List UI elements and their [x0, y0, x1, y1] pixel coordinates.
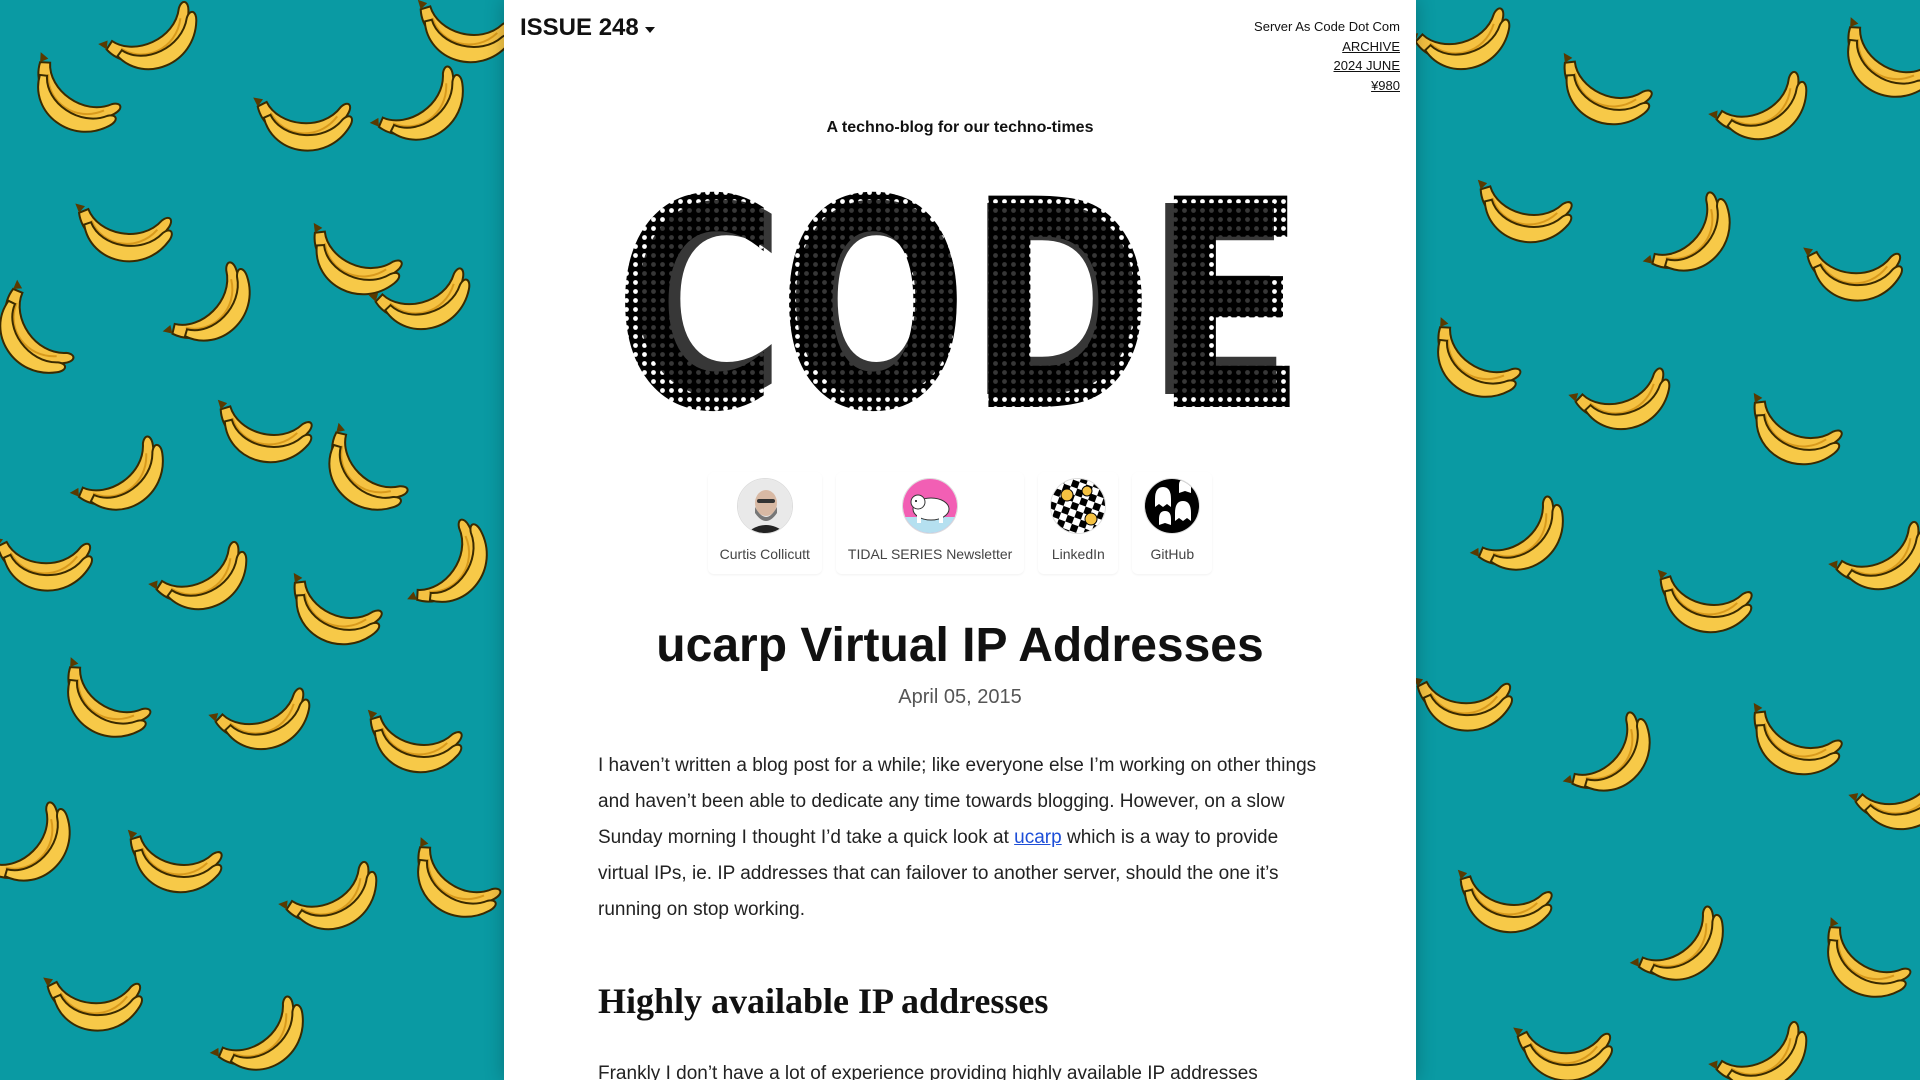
social-links: Curtis Collicutt TIDAL SERIES Newsletter [504, 472, 1416, 574]
banana-icon [1845, 766, 1920, 839]
banana-icon [201, 389, 318, 477]
banana-icon [11, 43, 126, 152]
banana-icon [1823, 518, 1920, 606]
banana-icon [1404, 666, 1516, 740]
post-title: ucarp Virtual IP Addresses [656, 619, 1264, 672]
code-logo: CODE CODE [614, 152, 1306, 442]
banana-icon [1623, 902, 1741, 1002]
caret-down-icon [644, 26, 655, 33]
price-link[interactable]: ¥980 [1254, 76, 1400, 96]
social-tidal-series-newsletter[interactable]: TIDAL SERIES Newsletter [836, 472, 1024, 574]
person-avatar-icon [736, 478, 793, 534]
checker-smiley-avatar-icon [1050, 478, 1107, 534]
banana-icon [244, 86, 356, 160]
banana-icon [1441, 859, 1558, 947]
banana-icon [1703, 68, 1820, 156]
banana-icon [0, 797, 90, 906]
section-paragraph: Frankly I don’t have a lot of experience… [598, 1063, 1258, 1080]
banana-icon [1555, 707, 1670, 816]
banana-icon [363, 62, 481, 162]
banana-icon [203, 992, 321, 1080]
banana-icon [1794, 236, 1906, 310]
post-intro-paragraph: I haven’t written a blog post for a whil… [598, 748, 1328, 928]
issue-dropdown[interactable]: ISSUE 248 [520, 14, 655, 42]
issue-label: ISSUE 248 [520, 14, 639, 41]
banana-icon [0, 526, 96, 600]
banana-icon [1641, 559, 1758, 647]
banana-icon [111, 819, 228, 907]
blog-page: ISSUE 248 Server As Code Dot Com ARCHIVE… [504, 0, 1416, 1080]
banana-icon [63, 192, 177, 273]
ghost-pattern-avatar-icon [1144, 478, 1201, 534]
section-heading: Highly available IP addresses [598, 981, 1049, 1021]
banana-icon [1635, 187, 1750, 296]
banana-icon [270, 562, 388, 663]
banana-icon [205, 686, 317, 759]
banana-icon [143, 538, 260, 626]
banana-icon [1730, 692, 1848, 793]
social-github[interactable]: GitHub [1132, 472, 1212, 574]
social-label: TIDAL SERIES Newsletter [847, 546, 1013, 562]
banana-icon [1801, 908, 1916, 1017]
banana-icon [34, 966, 146, 1040]
ucarp-link[interactable]: ucarp [1014, 827, 1062, 848]
social-curtis-collicutt[interactable]: Curtis Collicutt [708, 472, 822, 574]
site-name: Server As Code Dot Com [1254, 19, 1400, 34]
top-links: Server As Code Dot Com ARCHIVE 2024 JUNE… [1254, 17, 1400, 95]
post-date: April 05, 2015 [898, 686, 1022, 708]
archive-link[interactable]: ARCHIVE [1254, 37, 1400, 57]
edition-link[interactable]: 2024 JUNE [1254, 56, 1400, 76]
social-label: LinkedIn [1051, 546, 1105, 562]
logo-text-solid: CODE [628, 152, 1292, 442]
polar-bear-avatar-icon [902, 478, 959, 534]
banana-icon [1565, 366, 1677, 439]
banana-icon [391, 828, 506, 937]
banana-icon [93, 0, 210, 86]
banana-icon [304, 415, 413, 530]
social-linkedin[interactable]: LinkedIn [1038, 472, 1118, 574]
banana-icon [401, 0, 518, 77]
banana-icon [63, 432, 181, 532]
banana-icon [155, 257, 270, 366]
banana-icon [1405, 6, 1517, 79]
banana-icon [0, 273, 78, 391]
banana-icon [1504, 1016, 1616, 1080]
banana-icon [1461, 169, 1578, 257]
banana-icon [398, 514, 507, 629]
banana-icon [1463, 492, 1581, 592]
banana-icon [1411, 308, 1526, 417]
banana-icon [1730, 382, 1848, 483]
banana-icon [351, 699, 468, 787]
banana-icon [1703, 1018, 1820, 1080]
social-label: GitHub [1150, 546, 1195, 562]
banana-icon [273, 858, 390, 946]
banana-icon [1540, 42, 1658, 143]
banana-icon [1821, 8, 1920, 117]
banana-icon [290, 212, 408, 313]
banana-icon [41, 648, 156, 757]
tagline: A techno-blog for our techno-times [826, 119, 1094, 136]
social-label: Curtis Collicutt [719, 546, 810, 562]
